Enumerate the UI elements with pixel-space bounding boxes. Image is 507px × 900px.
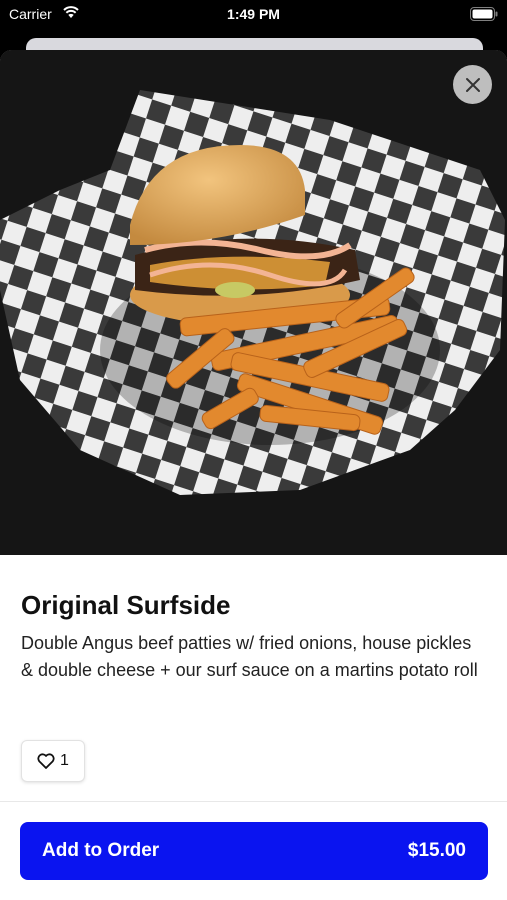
add-to-order-button[interactable]: Add to Order $15.00 bbox=[20, 822, 488, 880]
item-price: $15.00 bbox=[407, 840, 466, 861]
burger-fries-illustration bbox=[0, 50, 507, 555]
item-detail-sheet: Original Surfside Double Angus beef patt… bbox=[0, 50, 507, 900]
close-button[interactable] bbox=[453, 65, 492, 104]
like-button[interactable]: 1 bbox=[21, 740, 85, 782]
item-title: Original Surfside bbox=[21, 590, 231, 620]
status-bar: Carrier 1:49 PM bbox=[0, 0, 507, 30]
battery-icon bbox=[470, 7, 498, 21]
item-description: Double Angus beef patties w/ fried onion… bbox=[21, 633, 478, 680]
heart-icon bbox=[37, 753, 55, 769]
add-to-order-label: Add to Order bbox=[42, 840, 160, 861]
like-count: 1 bbox=[60, 752, 69, 769]
divider bbox=[0, 801, 507, 802]
clock: 1:49 PM bbox=[227, 6, 280, 22]
item-photo bbox=[0, 50, 507, 555]
close-icon bbox=[465, 77, 480, 92]
